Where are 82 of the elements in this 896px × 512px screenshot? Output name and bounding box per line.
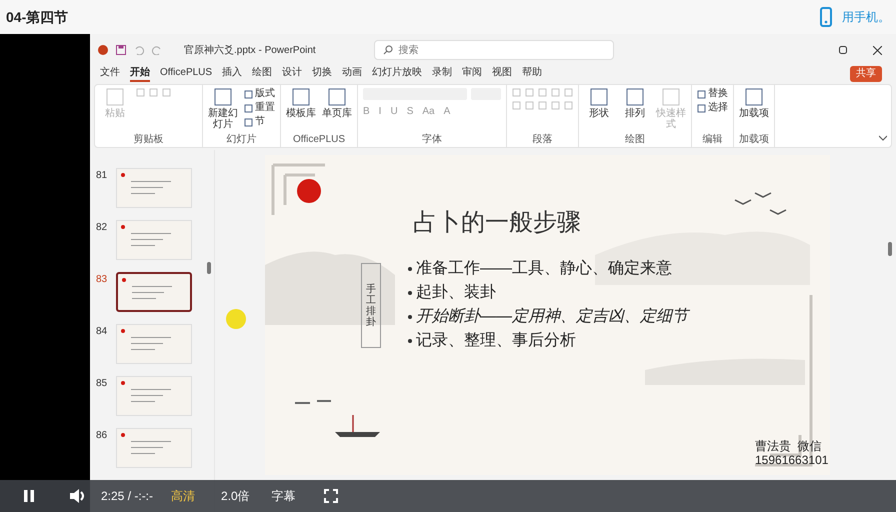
ribbon-tab[interactable]: 录制 — [432, 66, 452, 82]
ribbon-tab[interactable]: 切换 — [312, 66, 332, 82]
bullet-text: 准备工作——工具、静心、确定来意 — [416, 258, 672, 279]
group-label: 加载项 — [739, 134, 769, 147]
group-label: OfficePLUS — [292, 134, 346, 147]
ribbon-tab[interactable]: 插入 — [222, 66, 242, 82]
ribbon-button[interactable]: 版式 — [244, 88, 275, 100]
slide-number: 82 — [96, 221, 108, 235]
window-title: 官原神六爻.pptx - PowerPoint — [184, 44, 316, 58]
slide-number: 83 — [96, 273, 108, 287]
ribbon-tab[interactable]: 设计 — [282, 66, 302, 82]
ribbon-tab[interactable]: 视图 — [492, 66, 512, 82]
ribbon-button[interactable]: 单页库 — [322, 88, 352, 119]
scrollbar-thumb[interactable] — [207, 262, 211, 274]
group-label: 绘图 — [624, 134, 646, 147]
ribbon-button[interactable]: 加载项 — [739, 88, 769, 119]
ribbon-tab[interactable]: 动画 — [342, 66, 362, 82]
bullet-text: 记录、整理、事后分析 — [416, 330, 576, 351]
quality-button[interactable]: 高清 — [171, 487, 196, 505]
ribbon-button[interactable]: 替换 — [697, 88, 728, 100]
group-label: 字体 — [421, 134, 443, 147]
ribbon-tab[interactable]: 开始 — [130, 66, 150, 82]
tool-icon — [590, 88, 608, 106]
slide-number: 86 — [96, 429, 108, 443]
author-credit: 曹法贵 微信 — [755, 438, 822, 455]
speed-button[interactable]: 2.0倍 — [221, 487, 250, 505]
tool-icon — [292, 88, 310, 106]
pause-icon[interactable] — [22, 489, 36, 503]
cursor-highlight — [226, 309, 246, 329]
tool-icon — [328, 88, 346, 106]
tool-icon — [745, 88, 763, 106]
phone-icon[interactable] — [820, 7, 832, 27]
collapse-icon[interactable] — [879, 135, 887, 141]
save-icon[interactable] — [116, 45, 126, 55]
ribbon-tab[interactable]: 审阅 — [462, 66, 482, 82]
subtitles-button[interactable]: 字幕 — [272, 487, 296, 505]
slide-number: 84 — [96, 325, 108, 339]
group-label: 段落 — [532, 134, 554, 147]
ribbon-button[interactable]: 模板库 — [286, 88, 316, 119]
ribbon-tab[interactable]: 帮助 — [522, 66, 542, 82]
ribbon-tab[interactable]: 幻灯片放映 — [372, 66, 422, 82]
page-title: 04-第四节 — [6, 8, 68, 26]
tool-icon — [214, 88, 232, 106]
ribbon-button[interactable]: 选择 — [697, 102, 728, 114]
group-label: 剪贴板 — [132, 134, 164, 147]
group-label: 编辑 — [702, 134, 724, 147]
phone-number: 15961663101 — [755, 452, 828, 469]
scrollbar-thumb[interactable] — [888, 242, 892, 256]
ribbon-tab[interactable]: OfficePLUS — [160, 66, 212, 82]
time-display: 2:25 / -:-:- — [101, 488, 154, 505]
ribbon-button[interactable]: 排列 — [620, 88, 650, 119]
bullet-icon — [408, 339, 412, 343]
group-label: 幻灯片 — [226, 134, 258, 147]
bullet-icon — [408, 315, 412, 319]
ribbon-tab[interactable]: 文件 — [100, 66, 120, 82]
close-icon[interactable] — [873, 46, 882, 54]
ribbon-tab[interactable]: 绘图 — [252, 66, 272, 82]
search-field[interactable]: 搜索 — [374, 40, 614, 60]
share-button[interactable]: 共享 — [850, 66, 882, 82]
bullet-icon — [408, 267, 412, 271]
bullet-text: 起卦、装卦 — [416, 282, 496, 303]
slide-number: 85 — [96, 377, 108, 391]
bullet-icon — [408, 291, 412, 295]
vertical-label-box: 手工排卦 — [361, 263, 381, 348]
ribbon-button[interactable]: 节 — [244, 116, 275, 128]
bullet-text: 开始断卦——定用神、定吉凶、定细节 — [416, 306, 688, 327]
ribbon-button[interactable]: 新建幻灯片 — [208, 88, 238, 130]
slide-title: 占卜的一般步骤 — [413, 208, 581, 238]
ribbon-button[interactable]: 形状 — [584, 88, 614, 119]
volume-icon[interactable] — [69, 488, 87, 504]
tool-icon — [626, 88, 644, 106]
undo-icon[interactable] — [134, 45, 144, 55]
ribbon-button[interactable]: 重置 — [244, 102, 275, 114]
restore-icon[interactable] — [839, 46, 847, 54]
tool-icon — [106, 88, 124, 106]
tool-icon — [662, 88, 680, 106]
slide-thumbnail[interactable] — [116, 272, 192, 312]
search-icon — [382, 45, 393, 55]
redo-icon[interactable] — [152, 45, 162, 55]
fullscreen-icon[interactable] — [324, 489, 338, 503]
app-logo-icon — [98, 45, 108, 55]
slide-number: 81 — [96, 169, 108, 183]
